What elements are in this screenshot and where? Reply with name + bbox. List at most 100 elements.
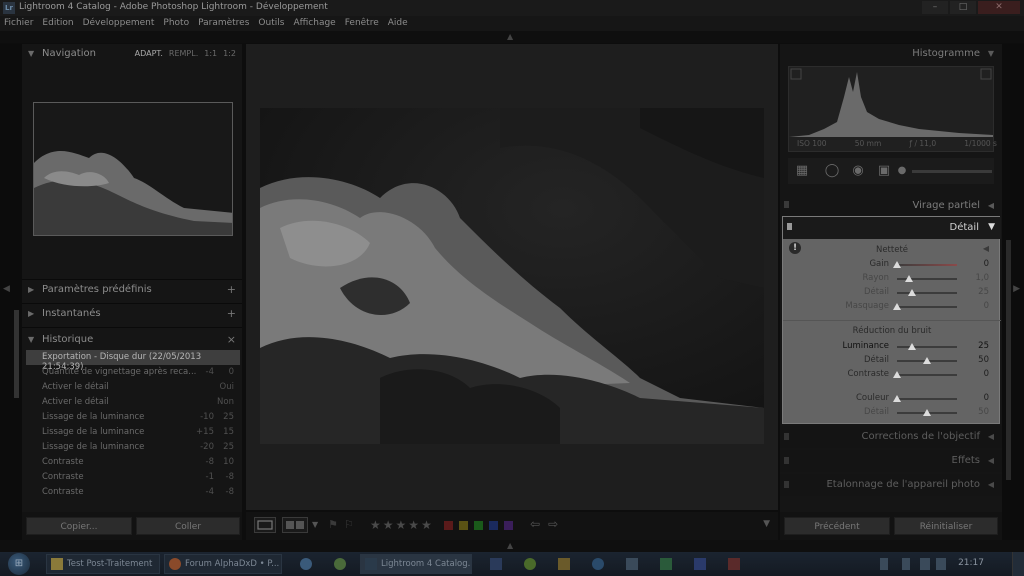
blue-label-swatch[interactable] bbox=[489, 521, 498, 530]
taskbar-clock[interactable]: 21:17 bbox=[958, 558, 984, 568]
toolbar-menu-icon[interactable]: ▼ bbox=[763, 519, 770, 529]
green-label-swatch[interactable] bbox=[474, 521, 483, 530]
lens-corrections-header[interactable]: Corrections de l'objectif ◀ bbox=[780, 426, 1002, 448]
ie-icon[interactable] bbox=[300, 558, 312, 570]
slider-thumb[interactable] bbox=[923, 357, 931, 364]
chevron-down-icon[interactable]: ▼ bbox=[312, 520, 318, 529]
clear-history-icon[interactable]: × bbox=[227, 333, 236, 346]
purple-label-swatch[interactable] bbox=[504, 521, 513, 530]
menu-fenetre[interactable]: Fenêtre bbox=[345, 16, 379, 31]
red-label-swatch[interactable] bbox=[444, 521, 453, 530]
reset-button[interactable]: Réinitialiser bbox=[894, 517, 998, 535]
slider-track[interactable] bbox=[893, 395, 957, 402]
tray-icon[interactable] bbox=[902, 558, 910, 570]
star-icon[interactable]: ★ bbox=[396, 518, 407, 532]
app-icon[interactable] bbox=[558, 558, 570, 570]
close-button[interactable]: ✕ bbox=[978, 1, 1020, 14]
panel-toggle-switch[interactable] bbox=[784, 481, 789, 488]
slider-track[interactable] bbox=[893, 261, 957, 268]
slider-thumb[interactable] bbox=[893, 261, 901, 268]
history-item[interactable]: Activer le détail Oui bbox=[26, 380, 240, 395]
zoom-1-1-option[interactable]: 1:1 bbox=[204, 49, 217, 58]
history-item[interactable]: Contraste -4 -8 bbox=[26, 485, 240, 500]
menu-outils[interactable]: Outils bbox=[258, 16, 284, 31]
slider-track[interactable] bbox=[897, 289, 957, 296]
sharpening-masking-slider[interactable]: Masquage 0 bbox=[783, 300, 1001, 314]
slider-track[interactable] bbox=[893, 303, 957, 310]
history-item[interactable]: Lissage de la luminance -20 25 bbox=[26, 440, 240, 455]
slider-track[interactable] bbox=[897, 275, 957, 282]
menu-aide[interactable]: Aide bbox=[388, 16, 408, 31]
photoshop-icon[interactable] bbox=[490, 558, 502, 570]
copy-button[interactable]: Copier... bbox=[26, 517, 132, 535]
yellow-label-swatch[interactable] bbox=[459, 521, 468, 530]
menu-edition[interactable]: Edition bbox=[42, 16, 73, 31]
slider-thumb[interactable] bbox=[908, 289, 916, 296]
windows-start-icon[interactable]: ⊞ bbox=[8, 553, 30, 575]
zoom-1-2-option[interactable]: 1:2 bbox=[223, 49, 236, 58]
app-icon[interactable] bbox=[728, 558, 740, 570]
add-snapshot-icon[interactable]: + bbox=[227, 307, 236, 320]
slider-track[interactable] bbox=[897, 357, 957, 364]
main-photo[interactable] bbox=[260, 108, 764, 444]
app-icon[interactable] bbox=[524, 558, 536, 570]
luminance-detail-slider[interactable]: Détail 50 bbox=[783, 354, 1001, 368]
slider-value[interactable]: 1,0 bbox=[975, 273, 989, 283]
tray-icon[interactable] bbox=[880, 558, 888, 570]
menu-affichage[interactable]: Affichage bbox=[293, 16, 335, 31]
luminance-contrast-slider[interactable]: Contraste 0 bbox=[783, 368, 1001, 382]
triangle-left-icon[interactable]: ◀ bbox=[983, 244, 989, 253]
taskbar-firefox-window[interactable]: Forum AlphaDxD • P... bbox=[164, 554, 282, 574]
slider-thumb[interactable] bbox=[905, 275, 913, 282]
spot-removal-icon[interactable]: ◯ bbox=[824, 163, 840, 179]
maximize-button[interactable]: □ bbox=[950, 1, 976, 14]
add-preset-icon[interactable]: + bbox=[227, 283, 236, 296]
taskbar-explorer-window[interactable]: Test Post-Traitement bbox=[46, 554, 160, 574]
app-icon[interactable] bbox=[626, 558, 638, 570]
slider-value[interactable]: 0 bbox=[984, 301, 989, 311]
zoom-fill-option[interactable]: REMPL. bbox=[169, 49, 198, 58]
menu-fichier[interactable]: Fichier bbox=[4, 16, 33, 31]
previous-photo-icon[interactable]: ⇦ bbox=[530, 517, 540, 531]
slider-value[interactable]: 25 bbox=[978, 341, 989, 351]
previous-button[interactable]: Précédent bbox=[784, 517, 890, 535]
next-photo-icon[interactable]: ⇨ bbox=[548, 517, 558, 531]
slider-value[interactable]: 50 bbox=[978, 407, 989, 417]
split-toning-header[interactable]: Virage partiel ◀ bbox=[780, 196, 1002, 216]
sharpening-detail-slider[interactable]: Détail 25 bbox=[783, 286, 1001, 300]
slider-track[interactable] bbox=[893, 371, 957, 378]
red-eye-icon[interactable]: ◉ bbox=[850, 163, 866, 179]
sharpening-amount-slider[interactable]: Gain 0 bbox=[783, 258, 1001, 272]
menu-photo[interactable]: Photo bbox=[163, 16, 189, 31]
slider-thumb[interactable] bbox=[923, 409, 931, 416]
navigation-header[interactable]: ▼ Navigation ADAPT. REMPL. 1:1 1:2 bbox=[22, 44, 242, 64]
excel-icon[interactable] bbox=[660, 558, 672, 570]
color-noise-slider[interactable]: Couleur 0 bbox=[783, 392, 1001, 406]
volume-icon[interactable] bbox=[936, 558, 946, 570]
history-item[interactable]: Exportation - Disque dur (22/05/2013 21:… bbox=[26, 350, 240, 372]
slider-track[interactable] bbox=[897, 343, 957, 350]
snapshots-header[interactable]: ▶ Instantanés + bbox=[22, 304, 242, 324]
luminance-slider[interactable]: Luminance 25 bbox=[783, 340, 1001, 354]
panel-toggle-switch[interactable] bbox=[784, 433, 789, 440]
sharpening-radius-slider[interactable]: Rayon 1,0 bbox=[783, 272, 1001, 286]
slider-thumb[interactable] bbox=[893, 303, 901, 310]
before-after-button[interactable] bbox=[282, 517, 308, 533]
star-icon[interactable]: ★ bbox=[383, 518, 394, 532]
slider-value[interactable]: 0 bbox=[984, 259, 989, 269]
slider-value[interactable]: 0 bbox=[984, 393, 989, 403]
star-icon[interactable]: ★ bbox=[370, 518, 381, 532]
show-desktop-button[interactable] bbox=[1012, 552, 1024, 576]
slider-value[interactable]: 25 bbox=[978, 287, 989, 297]
left-scrollbar[interactable] bbox=[14, 310, 19, 398]
histogram-header[interactable]: Histogramme ▼ bbox=[780, 44, 1002, 64]
slider-track[interactable] bbox=[897, 409, 957, 416]
right-panel-edge[interactable]: ▶ bbox=[1002, 44, 1024, 540]
history-item[interactable]: Contraste -8 10 bbox=[26, 455, 240, 470]
slider-thumb[interactable] bbox=[893, 371, 901, 378]
top-panel-toggle-strip[interactable]: ▲ bbox=[0, 31, 1024, 43]
menu-developpement[interactable]: Développement bbox=[83, 16, 155, 31]
right-scrollbar[interactable] bbox=[1006, 240, 1011, 480]
loupe-view-button[interactable] bbox=[254, 517, 276, 533]
crop-grid-icon[interactable]: ▦ bbox=[794, 163, 810, 179]
